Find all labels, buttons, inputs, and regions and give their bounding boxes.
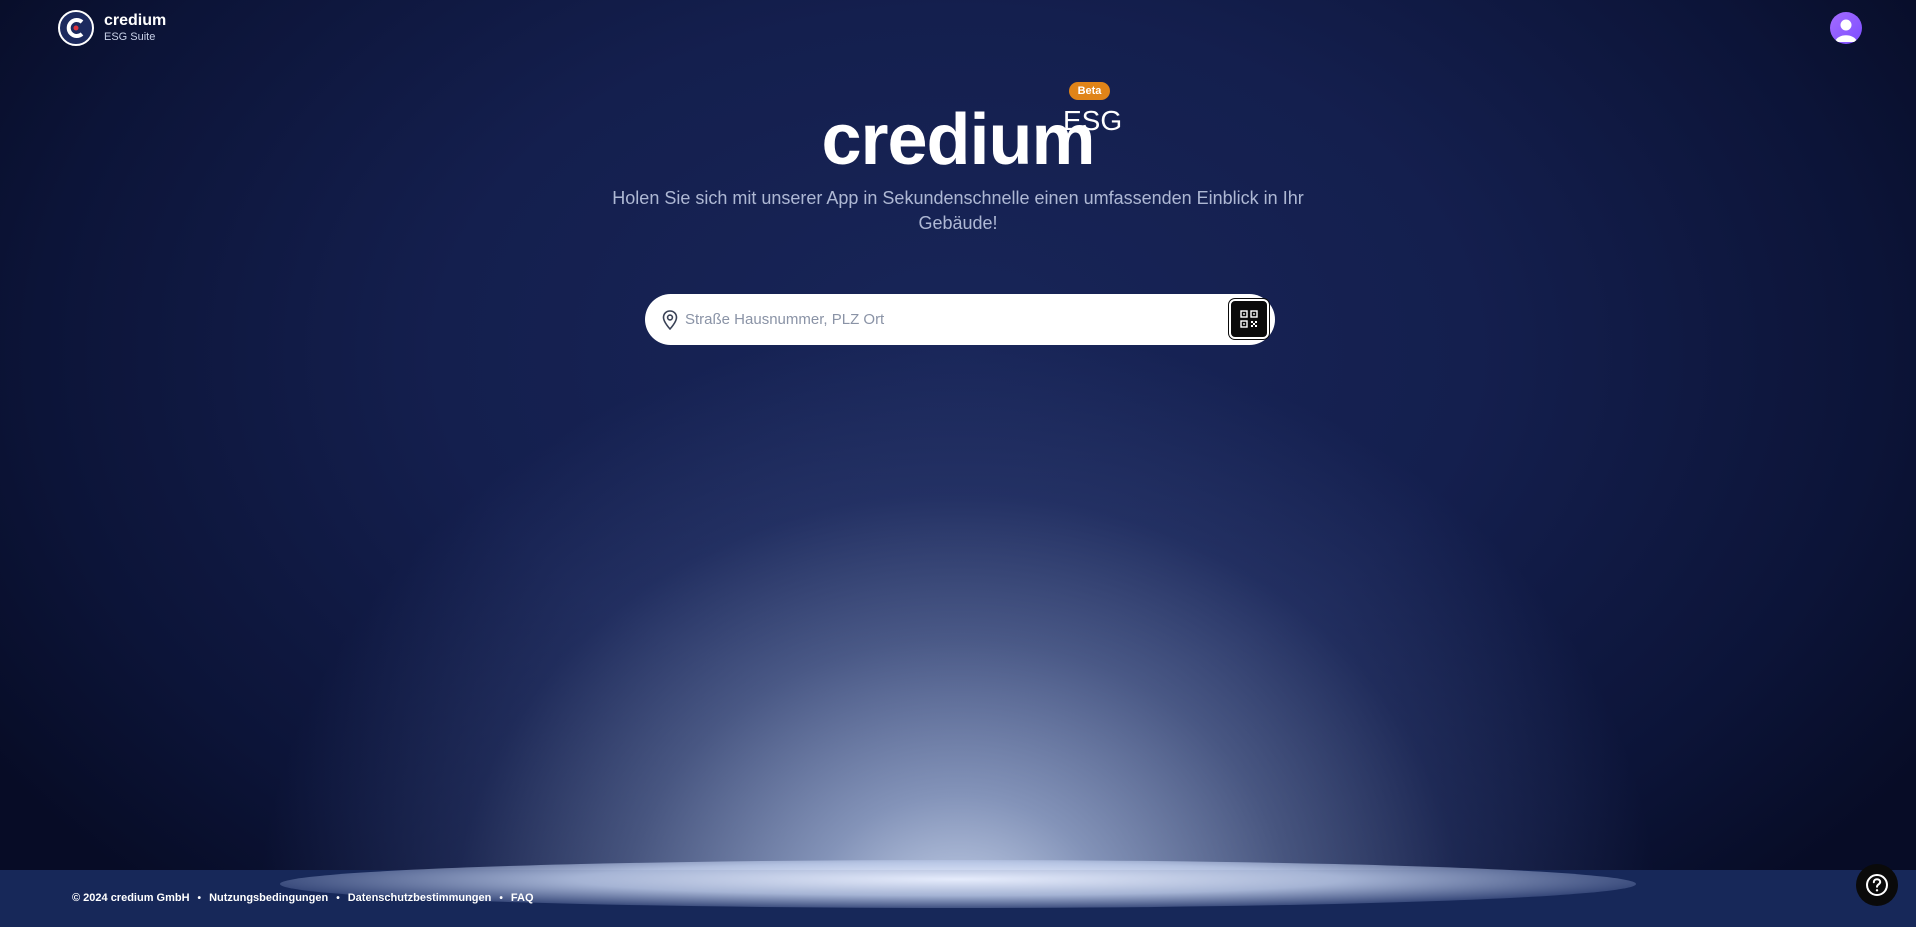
footer-link-privacy[interactable]: Datenschutzbestimmungen (348, 892, 492, 904)
hero-title: credium (0, 96, 1916, 184)
footer-separator: • (499, 892, 503, 904)
footer-separator: • (197, 892, 202, 904)
hero-wordmark: credium (821, 100, 1095, 180)
user-avatar-icon[interactable] (1830, 12, 1862, 44)
brand-subtitle: ESG Suite (104, 31, 156, 43)
footer-links: © 2024 credium GmbH • Nutzungsbedingunge… (72, 892, 534, 904)
hero-superscript: ESG (1063, 105, 1123, 136)
map-pin-icon (660, 309, 680, 331)
brand[interactable]: credium ESG Suite (58, 10, 166, 46)
qr-code-scan-icon[interactable] (1229, 299, 1269, 339)
beta-badge: Beta (1069, 82, 1110, 100)
footer-separator: • (336, 892, 340, 904)
address-search (645, 294, 1275, 345)
footer-copyright: © 2024 credium GmbH (72, 892, 190, 904)
footer-link-terms[interactable]: Nutzungsbedingungen (209, 892, 328, 904)
footer-link-faq[interactable]: FAQ (511, 892, 534, 904)
address-input[interactable] (685, 294, 1205, 345)
hero-tagline: Holen Sie sich mit unserer App in Sekund… (612, 188, 1304, 233)
credium-logo-icon (58, 10, 94, 46)
help-icon[interactable] (1856, 864, 1898, 906)
brand-name: credium (104, 12, 167, 29)
